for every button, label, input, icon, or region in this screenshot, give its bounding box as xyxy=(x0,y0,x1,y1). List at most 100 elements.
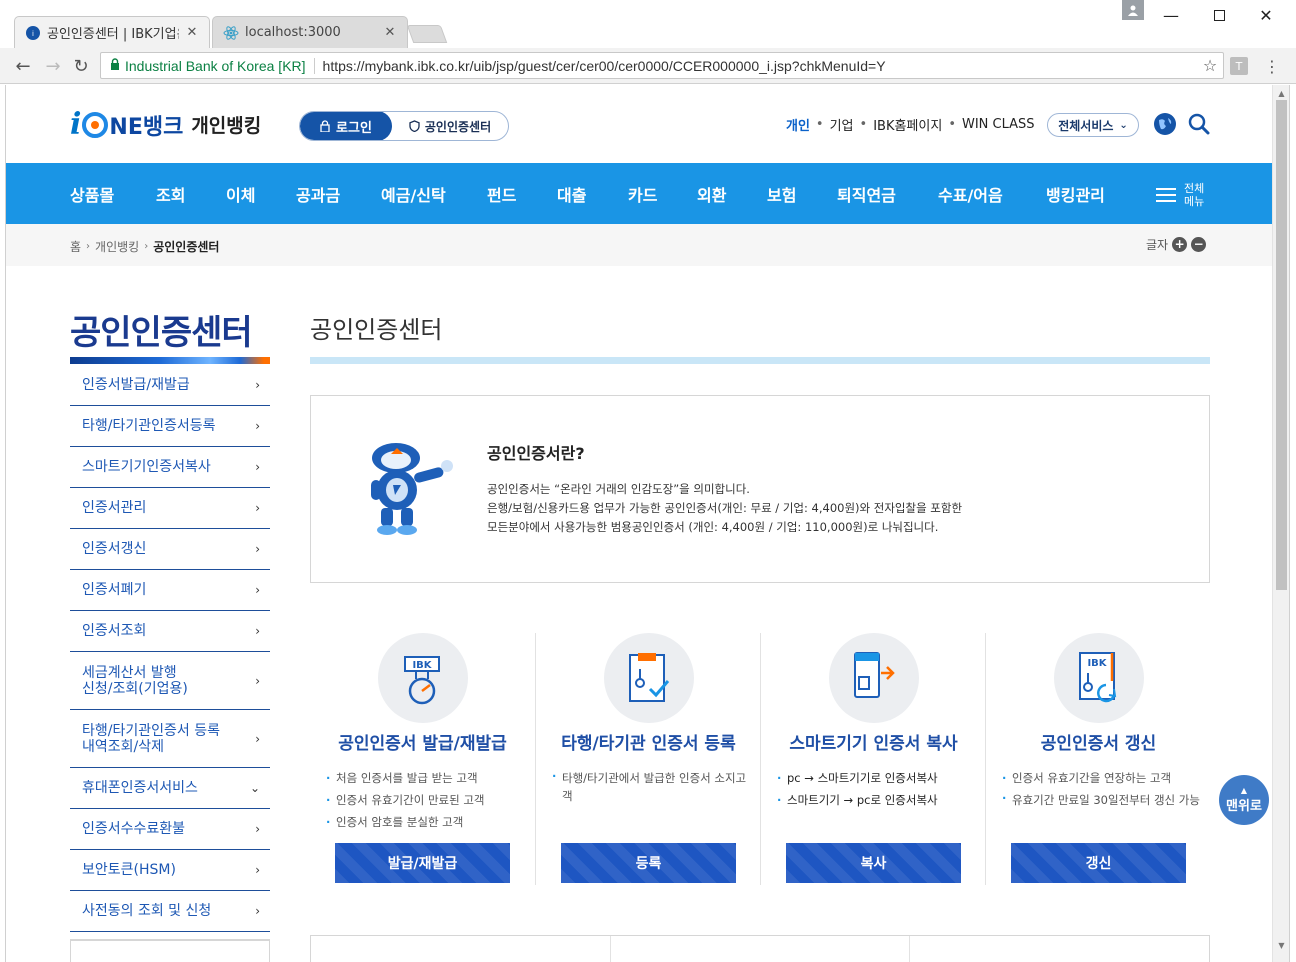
reload-icon[interactable]: ↻ xyxy=(68,53,94,79)
service-desc-item: 타행/타기관에서 발급한 인증서 소지고객 xyxy=(552,767,752,805)
page-title: 공인인증센터 xyxy=(310,316,443,344)
lnb-item-label: 사전동의 조회 및 신청 xyxy=(82,903,212,919)
intro-line: 은행/보험/신용카드용 업무가 가능한 공인인증서(개인: 무료 / 기업: 4… xyxy=(487,501,963,515)
global-nav-bar: 상품몰 조회 이체 공과금 예금/신탁 펀드 대출 카드 외환 보험 퇴직연금 … xyxy=(6,163,1272,224)
address-bar[interactable]: Industrial Bank of Korea [KR] https://my… xyxy=(100,52,1224,79)
lnb-item[interactable]: 타행/타기관인증서 등록 내역조회/삭제 › xyxy=(70,710,270,768)
cert-center-button[interactable]: 공인인증센터 xyxy=(392,118,508,135)
lnb-item[interactable]: 휴대폰인증서서비스 ⌄ xyxy=(70,768,270,809)
maximize-window-icon[interactable] xyxy=(1196,0,1242,30)
service-issue: IBK 공인인증서 발급/재발급 처음 인증서를 발급 받는 고객 인증서 유효… xyxy=(310,633,535,885)
lnb-item[interactable]: 인증서조회 › xyxy=(70,611,270,652)
lnb-list: 인증서발급/재발급 › 타행/타기관인증서등록 › 스마트기기인증서복사 › 인증서관… xyxy=(70,365,270,932)
mascot-character-icon xyxy=(371,443,453,535)
breadcrumb-home[interactable]: 홈 xyxy=(70,238,81,255)
lnb-item[interactable]: 인증서발급/재발급 › xyxy=(70,365,270,406)
chevron-right-icon: › xyxy=(255,542,260,556)
bookmark-star-icon[interactable]: ☆ xyxy=(1197,56,1223,75)
service-title: 공인인증서 갱신 xyxy=(1040,734,1157,754)
font-size-label: 글자 xyxy=(1146,238,1169,252)
chevron-right-icon: › xyxy=(255,583,260,597)
lnb-item[interactable]: 인증서수수료환불 › xyxy=(70,809,270,850)
tab-ibk[interactable]: i 공인인증센터 | IBK기업은 ✕ xyxy=(14,16,210,48)
scrollbar-thumb[interactable] xyxy=(1276,100,1287,590)
scroll-to-top-button[interactable]: ▲ 맨위로 xyxy=(1219,775,1269,825)
gnb-item[interactable]: 상품몰 xyxy=(70,163,114,224)
page-scrollbar[interactable]: ▲ ▼ xyxy=(1272,85,1289,962)
lnb-title: 공인인증센터 xyxy=(70,313,253,353)
font-decrease-icon[interactable]: − xyxy=(1191,237,1207,252)
browser-menu-icon[interactable]: ⋮ xyxy=(1260,54,1284,78)
browser-chrome: i 공인인증센터 | IBK기업은 ✕ localhost:3000 ✕ — ✕… xyxy=(0,0,1296,84)
minimize-window-icon[interactable]: — xyxy=(1148,0,1194,30)
lnb-item[interactable]: 스마트기기인증서복사 › xyxy=(70,447,270,488)
breadcrumb-personal[interactable]: 개인뱅킹 xyxy=(95,238,139,255)
gnb-item[interactable]: 퇴직연금 xyxy=(837,163,896,224)
service-desc-item: 인증서 암호를 분실한 고객 xyxy=(326,811,526,833)
gnb-item[interactable]: 조회 xyxy=(156,163,185,224)
gnb-item[interactable]: 뱅킹관리 xyxy=(1046,163,1105,224)
chevron-right-icon: › xyxy=(255,378,260,392)
gnb-item[interactable]: 카드 xyxy=(628,163,657,224)
link-separator: • xyxy=(859,117,868,132)
link-ibk-home[interactable]: IBK홈페이지 xyxy=(873,115,942,134)
ibk-logo[interactable]: i NE뱅크 개인뱅킹 xyxy=(70,107,261,142)
close-tab-icon[interactable]: ✕ xyxy=(185,25,199,40)
extension-icon[interactable]: T xyxy=(1230,57,1248,75)
lnb-item[interactable]: 인증서폐기 › xyxy=(70,570,270,611)
font-increase-icon[interactable]: + xyxy=(1172,237,1188,252)
svg-text:IBK: IBK xyxy=(1087,658,1107,669)
link-business[interactable]: 기업 xyxy=(830,115,854,134)
scroll-down-icon[interactable]: ▼ xyxy=(1273,937,1290,954)
lnb-item-label: 인증서수수료환불 xyxy=(82,821,186,837)
lnb-item[interactable]: 인증서갱신 › xyxy=(70,529,270,570)
lnb-item[interactable]: 타행/타기관인증서등록 › xyxy=(70,406,270,447)
intro-question: 공인인증서란? xyxy=(487,444,585,463)
link-personal[interactable]: 개인 xyxy=(786,115,810,134)
renew-button[interactable]: 갱신 xyxy=(1011,843,1186,883)
gnb-item[interactable]: 수표/어음 xyxy=(938,163,1003,224)
gnb-item[interactable]: 외환 xyxy=(697,163,726,224)
svg-text:IBK: IBK xyxy=(412,660,432,671)
service-desc-item: 인증서 유효기간이 만료된 고객 xyxy=(326,789,526,811)
lnb-item-label: 보안토큰(HSM) xyxy=(82,862,176,878)
chevron-right-icon: › xyxy=(255,501,260,515)
close-tab-icon[interactable]: ✕ xyxy=(383,25,397,40)
link-separator: • xyxy=(948,117,956,132)
login-group: 로그인 공인인증센터 xyxy=(299,111,509,141)
lnb-item[interactable]: 사전동의 조회 및 신청 › xyxy=(70,891,270,932)
page-title-underline xyxy=(310,357,1210,364)
gnb-item[interactable]: 대출 xyxy=(557,163,586,224)
new-tab-button[interactable] xyxy=(406,25,448,43)
lnb-item-label: 인증서관리 xyxy=(82,500,147,516)
all-service-dropdown[interactable]: 전체서비스 ⌄ xyxy=(1047,113,1139,137)
copy-button[interactable]: 복사 xyxy=(786,843,961,883)
user-profile-icon[interactable] xyxy=(1122,0,1144,20)
all-menu-button[interactable]: 전체 메뉴 xyxy=(1156,181,1216,209)
register-button[interactable]: 등록 xyxy=(561,843,736,883)
lnb-item-label: 인증서발급/재발급 xyxy=(82,377,190,393)
login-button[interactable]: 로그인 xyxy=(300,112,392,140)
gnb-item[interactable]: 보험 xyxy=(767,163,796,224)
search-icon[interactable] xyxy=(1188,113,1210,135)
gnb-item[interactable]: 펀드 xyxy=(487,163,516,224)
site-header: i NE뱅크 개인뱅킹 로그인 공인인증센터 개인 • 기업 • IBK홈페이지… xyxy=(6,85,1272,163)
forward-arrow-icon[interactable]: → xyxy=(40,53,66,79)
gnb-item[interactable]: 공과금 xyxy=(296,163,340,224)
copy-device-icon xyxy=(829,633,919,723)
issue-button[interactable]: 발급/재발급 xyxy=(335,843,510,883)
lnb-item[interactable]: 세금계산서 발행 신청/조회(기업용) › xyxy=(70,652,270,710)
lnb-item[interactable]: 인증서관리 › xyxy=(70,488,270,529)
gnb-item[interactable]: 예금/신탁 xyxy=(381,163,446,224)
back-arrow-icon[interactable]: ← xyxy=(10,53,36,79)
lnb-item[interactable]: 보안토큰(HSM) › xyxy=(70,850,270,891)
gnb-item[interactable]: 이체 xyxy=(226,163,255,224)
shield-icon xyxy=(409,120,420,132)
all-service-label: 전체서비스 xyxy=(1058,118,1114,133)
close-window-icon[interactable]: ✕ xyxy=(1243,0,1289,30)
url-text[interactable]: https://mybank.ibk.co.kr/uib/jsp/guest/c… xyxy=(323,58,1197,74)
service-desc-item: 인증서 유효기간을 연장하는 고객 xyxy=(1002,767,1202,789)
tab-localhost[interactable]: localhost:3000 ✕ xyxy=(212,16,408,48)
globe-icon[interactable] xyxy=(1154,113,1176,135)
link-win-class[interactable]: WIN CLASS xyxy=(962,117,1035,132)
